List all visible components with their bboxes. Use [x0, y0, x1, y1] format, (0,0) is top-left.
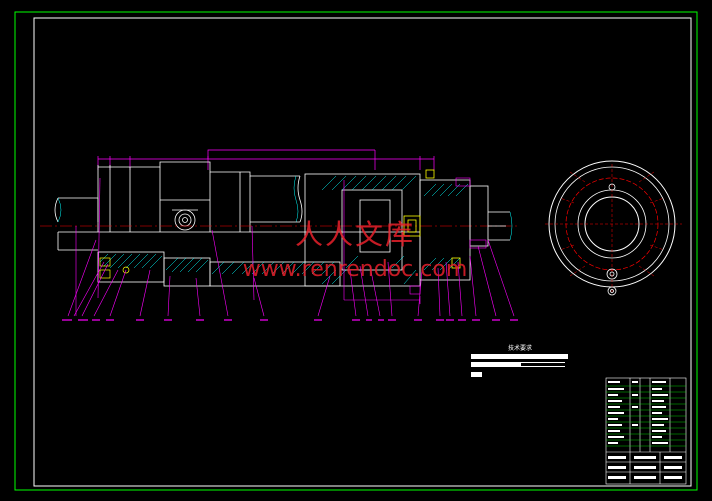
- watermark: 人人文库 www.renrendoc.com: [243, 218, 468, 282]
- tech-requirements-title: 技术要求: [508, 344, 532, 352]
- assembly-section-view: [40, 149, 520, 321]
- flange-side-view: [545, 160, 682, 296]
- shaft-left-end: [54, 165, 111, 232]
- outer-frame: [14, 11, 698, 491]
- tech-requirements-block: 技术要求: [471, 344, 568, 377]
- cad-drawing-canvas: 技术要求 人人文库 www.renrendoc.com: [14, 11, 698, 491]
- watermark-cn-text: 人人文库: [295, 218, 415, 251]
- title-block-text-marks: [608, 381, 682, 479]
- watermark-url-text: www.renrendoc.com: [243, 257, 468, 282]
- leader-lines: [67, 177, 515, 317]
- upper-body-outline: [98, 161, 303, 232]
- flange-radial-lines: [545, 164, 682, 294]
